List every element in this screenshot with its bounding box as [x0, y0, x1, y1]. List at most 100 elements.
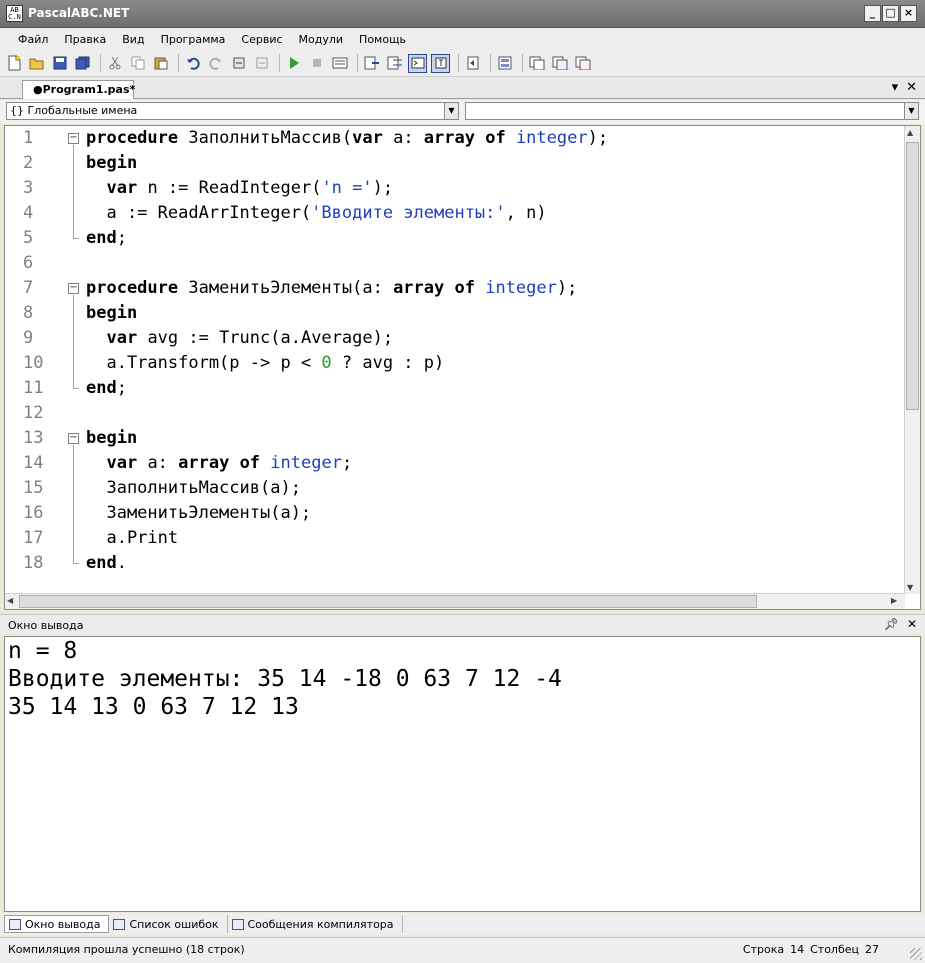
code-line[interactable]: a := ReadArrInteger('Вводите элементы:',… — [86, 201, 546, 226]
code-token: ЗаменитьЭлементы(a: — [178, 278, 394, 298]
code-line[interactable]: begin — [86, 301, 137, 326]
code-line[interactable]: procedure ЗаполнитьМассив(var a: array o… — [86, 126, 608, 151]
navigate-back-icon[interactable] — [229, 54, 248, 73]
undo-icon[interactable] — [183, 54, 202, 73]
step-into-icon[interactable] — [385, 54, 404, 73]
code-line[interactable]: procedure ЗаменитьЭлементы(a: array of i… — [86, 276, 577, 301]
save-all-icon[interactable] — [73, 54, 92, 73]
copy-icon[interactable] — [128, 54, 147, 73]
step-over-icon[interactable] — [362, 54, 381, 73]
code-line[interactable]: begin — [86, 426, 137, 451]
minimize-button[interactable]: _ — [864, 5, 881, 22]
scroll-left-icon[interactable]: ◀ — [7, 596, 13, 605]
open-folder-icon[interactable] — [27, 54, 46, 73]
line-number: 3 — [23, 178, 34, 198]
code-line[interactable]: ЗаполнитьМассив(a); — [86, 476, 300, 501]
paste-icon[interactable] — [151, 54, 170, 73]
line-number: 7 — [23, 278, 34, 298]
chevron-down-icon[interactable]: ▼ — [904, 103, 918, 119]
collapse-icon[interactable]: − — [68, 433, 79, 444]
code-line[interactable]: begin — [86, 151, 137, 176]
navigate-forward-icon[interactable] — [252, 54, 271, 73]
code-line[interactable]: a.Transform(p -> p < 0 ? avg : p) — [86, 351, 444, 376]
menu-help[interactable]: Помощь — [351, 33, 414, 46]
close-button[interactable]: × — [900, 5, 917, 22]
close-panel-icon[interactable]: ✕ — [907, 617, 917, 631]
scope-combo[interactable]: {} Глобальные имена ▼ — [6, 102, 459, 120]
tab-list-dropdown-icon[interactable]: ▾ — [892, 80, 899, 95]
module-icon[interactable] — [527, 54, 546, 73]
line-number: 2 — [23, 153, 34, 173]
run-icon[interactable] — [284, 54, 303, 73]
pin-icon[interactable]: 📌︎ — [884, 617, 899, 631]
menu-edit[interactable]: Правка — [56, 33, 114, 46]
maximize-button[interactable]: □ — [882, 5, 899, 22]
fold-guide — [73, 445, 74, 563]
code-token: a.Print — [86, 528, 179, 548]
column-label: Столбец — [810, 943, 859, 956]
redo-icon[interactable] — [206, 54, 225, 73]
resize-grip-icon[interactable] — [910, 948, 922, 960]
code-line[interactable]: ЗаменитьЭлементы(a); — [86, 501, 311, 526]
menu-program[interactable]: Программа — [153, 33, 234, 46]
menu-view[interactable]: Вид — [114, 33, 152, 46]
library-icon[interactable] — [550, 54, 569, 73]
stop-icon[interactable] — [307, 54, 326, 73]
code-line[interactable]: var n := ReadInteger('n ='); — [86, 176, 393, 201]
code-line[interactable]: end; — [86, 226, 127, 251]
output-panel-header: Окно вывода 📌︎ ✕ — [0, 614, 925, 634]
collapse-icon[interactable]: − — [68, 283, 79, 294]
cut-icon[interactable] — [105, 54, 124, 73]
code-line[interactable]: var a: array of integer; — [86, 451, 352, 476]
code-line[interactable]: end. — [86, 551, 127, 576]
scroll-right-icon[interactable]: ▶ — [891, 596, 897, 605]
code-area[interactable]: 1 procedure ЗаполнитьМассив(var a: array … — [5, 126, 905, 594]
horizontal-scrollbar[interactable]: ◀ ▶ — [5, 593, 905, 609]
code-token: array of — [423, 128, 506, 148]
scroll-up-icon[interactable]: ▲ — [907, 128, 913, 137]
tab-compiler-messages[interactable]: Сообщения компилятора — [228, 915, 403, 933]
text-mode-icon[interactable] — [431, 53, 450, 73]
output-panel-title: Окно вывода — [8, 619, 84, 632]
form-designer-icon[interactable] — [495, 54, 514, 73]
code-token: var — [106, 178, 138, 198]
line-number: 14 — [23, 453, 44, 473]
vertical-scroll-thumb[interactable] — [906, 142, 919, 410]
toolbar-separator — [458, 54, 459, 72]
tab-compiler-messages-label: Сообщения компилятора — [247, 917, 394, 931]
menu-modules[interactable]: Модули — [291, 33, 352, 46]
horizontal-scroll-thumb[interactable] — [19, 595, 757, 608]
reference-icon[interactable] — [573, 54, 592, 73]
toolbar — [0, 50, 925, 77]
column-value: 27 — [865, 943, 879, 956]
new-file-icon[interactable] — [4, 54, 23, 73]
member-combo[interactable]: ▼ — [465, 102, 919, 120]
code-line[interactable]: var avg := Trunc(a.Average); — [86, 326, 393, 351]
scroll-down-icon[interactable]: ▼ — [907, 583, 913, 592]
code-line[interactable]: end; — [86, 376, 127, 401]
code-token: avg := Trunc(a.Average); — [137, 328, 394, 348]
code-editor[interactable]: 1 procedure ЗаполнитьМассив(var a: array … — [4, 125, 921, 610]
tab-program1[interactable]: ●Program1.pas* — [22, 80, 135, 99]
collapse-icon[interactable]: − — [68, 133, 79, 144]
compile-icon[interactable] — [330, 54, 349, 73]
tab-output-window[interactable]: Окно вывода — [4, 915, 110, 933]
console-toggle-icon[interactable] — [408, 53, 427, 73]
vertical-scrollbar[interactable]: ▲ ▼ — [904, 126, 920, 594]
line-number: 8 — [23, 303, 34, 323]
chevron-down-icon[interactable]: ▼ — [444, 103, 458, 119]
menu-service[interactable]: Сервис — [233, 33, 290, 46]
tab-strip-controls: ▾ ✕ — [892, 80, 917, 95]
save-icon[interactable] — [50, 54, 69, 73]
output-line: 35 14 13 0 63 7 12 13 — [8, 694, 299, 720]
code-token: ); — [556, 278, 578, 298]
tab-error-list[interactable]: Список ошибок — [109, 915, 228, 933]
code-token: end — [86, 228, 117, 248]
output-window[interactable]: n = 8 Вводите элементы: 35 14 -18 0 63 7… — [4, 636, 921, 912]
code-token: n := ReadInteger( — [137, 178, 322, 198]
code-line[interactable]: a.Print — [86, 526, 178, 551]
close-tab-icon[interactable]: ✕ — [906, 80, 917, 95]
code-token: array of — [393, 278, 475, 298]
format-code-icon[interactable] — [463, 54, 482, 73]
menu-file[interactable]: Файл — [10, 33, 56, 46]
